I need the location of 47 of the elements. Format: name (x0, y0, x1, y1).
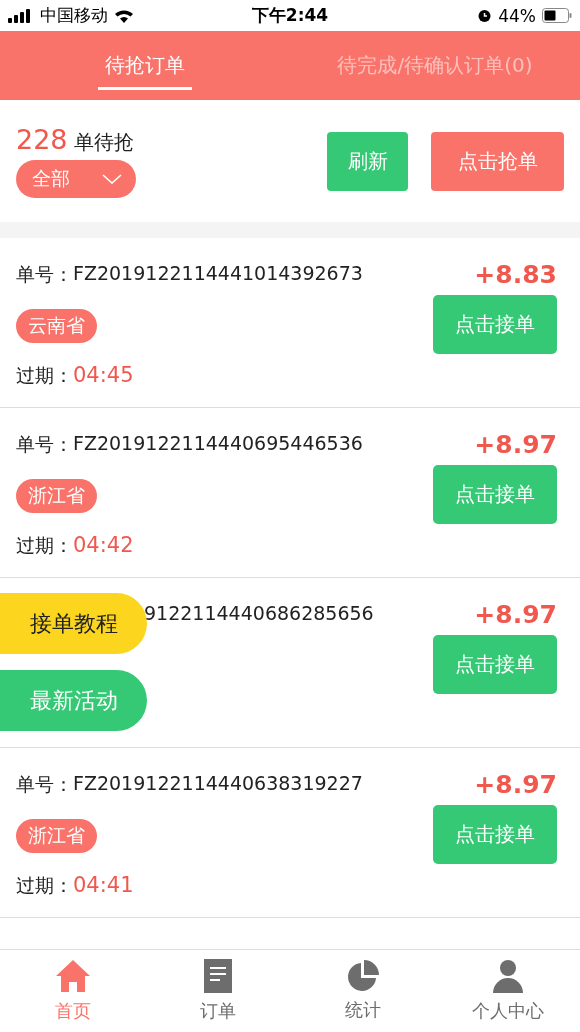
order-number-label: 单号： (16, 262, 73, 287)
order-number: FZ2019122114440638319227 (73, 772, 363, 796)
document-icon (203, 959, 232, 993)
order-number: FZ2019122114441014392673 (73, 262, 363, 286)
accept-order-button[interactable]: 点击接单 (433, 805, 557, 864)
expiry-label: 过期： (16, 363, 73, 388)
wifi-icon (114, 8, 134, 23)
home-icon (54, 959, 91, 993)
expiry-label: 过期： (16, 873, 73, 898)
accept-order-button[interactable]: 点击接单 (433, 635, 557, 694)
order-number-label: 单号： (16, 432, 73, 457)
pending-count-label: 单待抢 (73, 129, 134, 156)
status-time: 下午2:44 (251, 4, 329, 27)
order-price: +8.97 (474, 770, 557, 799)
pie-chart-icon (346, 960, 379, 992)
refresh-button[interactable]: 刷新 (327, 131, 408, 191)
expiry-time: 04:41 (73, 873, 134, 899)
expiry-time: 04:45 (73, 363, 134, 389)
nav-tab[interactable]: 个人中心 (435, 950, 580, 1032)
order-price: +8.97 (474, 600, 557, 629)
nav-tab[interactable]: 订单 (145, 950, 290, 1032)
order-number-label: 单号： (16, 772, 73, 797)
order-price: +8.83 (474, 260, 557, 289)
battery-percent: 44% (498, 5, 536, 26)
nav-tab[interactable]: 首页 (0, 950, 145, 1032)
alarm-icon (477, 8, 493, 23)
nav-tab[interactable]: 统计 (290, 950, 435, 1032)
person-icon (491, 959, 524, 993)
order-number: FZ2019122114440695446536 (73, 432, 363, 456)
carrier-name: 中国移动 (40, 4, 108, 27)
accept-order-button[interactable]: 点击接单 (433, 295, 557, 354)
expiry-label: 过期： (16, 533, 73, 558)
order-number: 9122114440686285656 (144, 602, 374, 624)
province-tag: 云南省 (16, 308, 97, 343)
grab-order-button[interactable]: 点击抢单 (431, 131, 564, 191)
province-tag: 浙江省 (16, 818, 97, 853)
province-tag: 浙江省 (16, 478, 97, 513)
battery-icon (542, 8, 572, 23)
chevron-down-icon (102, 174, 122, 184)
tab[interactable]: 待完成/待确认订单(0) (290, 31, 580, 100)
expiry-time: 04:42 (73, 533, 134, 559)
order-price: +8.97 (474, 430, 557, 459)
pending-count: 228 (16, 124, 68, 155)
accept-order-button[interactable]: 点击接单 (433, 465, 557, 524)
activity-button[interactable]: 最新活动 (0, 670, 147, 731)
region-filter-dropdown[interactable]: 全部 (16, 160, 136, 198)
tab[interactable]: 待抢订单 (0, 31, 290, 100)
